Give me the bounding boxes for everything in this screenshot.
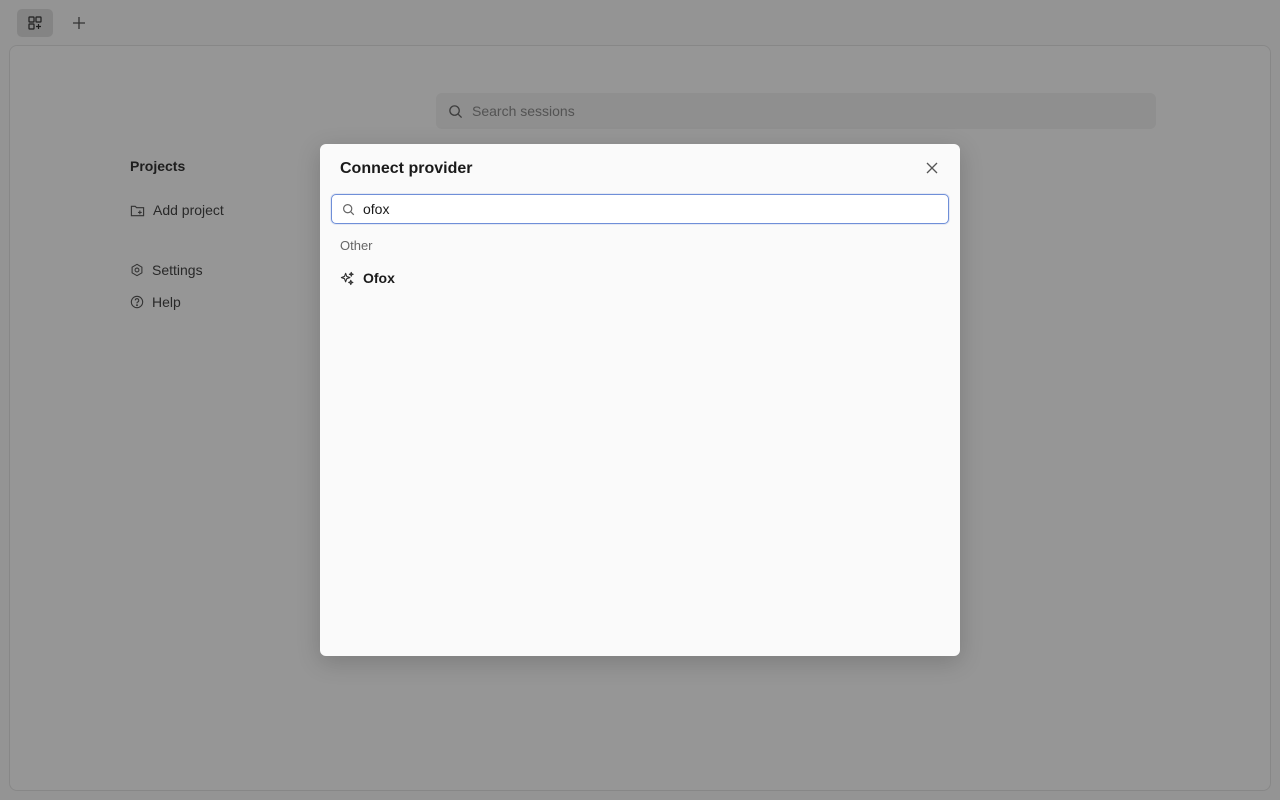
provider-search-input[interactable] (363, 201, 923, 217)
dialog-title: Connect provider (340, 160, 473, 177)
group-label-other: Other (340, 238, 373, 253)
connect-provider-dialog: Connect provider Other Ofox (320, 144, 960, 656)
close-icon (926, 162, 938, 174)
provider-item-ofox[interactable]: Ofox (340, 268, 395, 288)
provider-search-field[interactable] (331, 194, 949, 224)
provider-label: Ofox (363, 270, 395, 286)
sparkles-icon (340, 271, 354, 285)
search-icon (343, 203, 355, 215)
close-button[interactable] (922, 158, 942, 178)
